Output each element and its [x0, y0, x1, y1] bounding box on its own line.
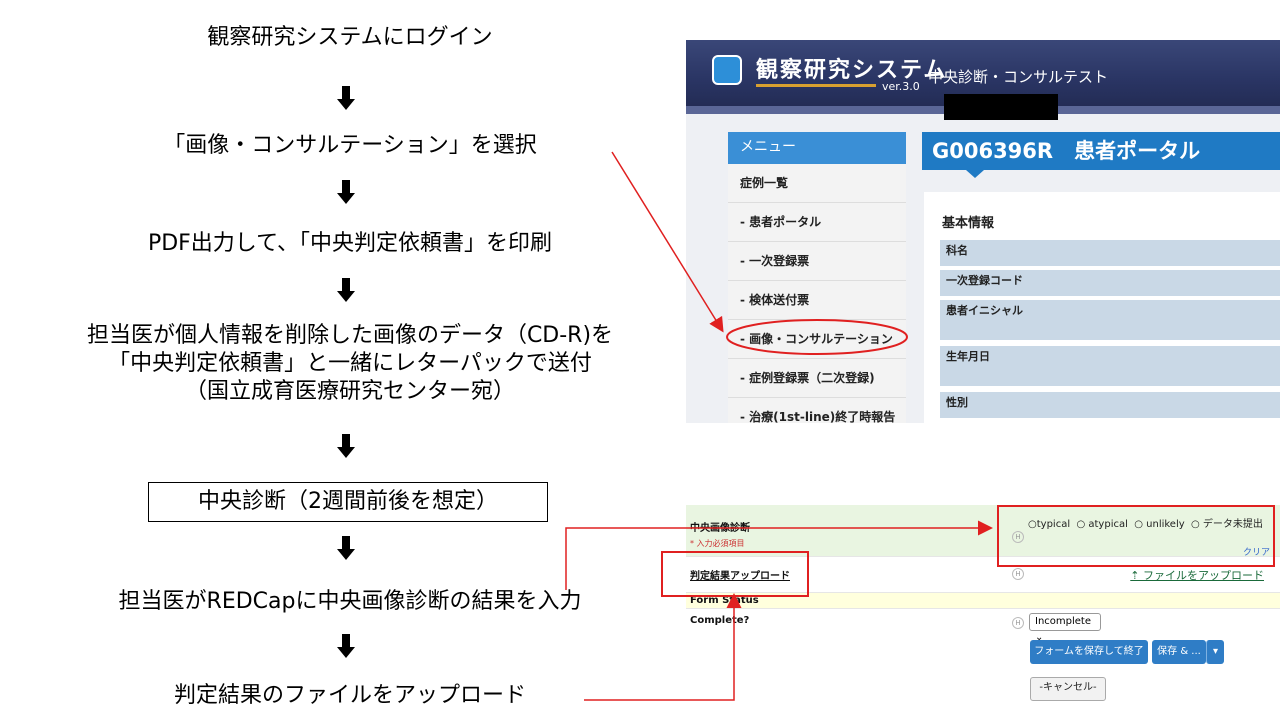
- annotation-box-upload: [661, 551, 809, 597]
- annotation-arrow-result: [565, 520, 993, 590]
- annotation-arrow-upload: [584, 593, 742, 701]
- annotation-arrow-select: [611, 151, 724, 333]
- annotation-overlay: [565, 151, 1275, 701]
- annotation-circle-menu: [726, 319, 908, 355]
- annotation-box-diagnosis: [997, 505, 1275, 567]
